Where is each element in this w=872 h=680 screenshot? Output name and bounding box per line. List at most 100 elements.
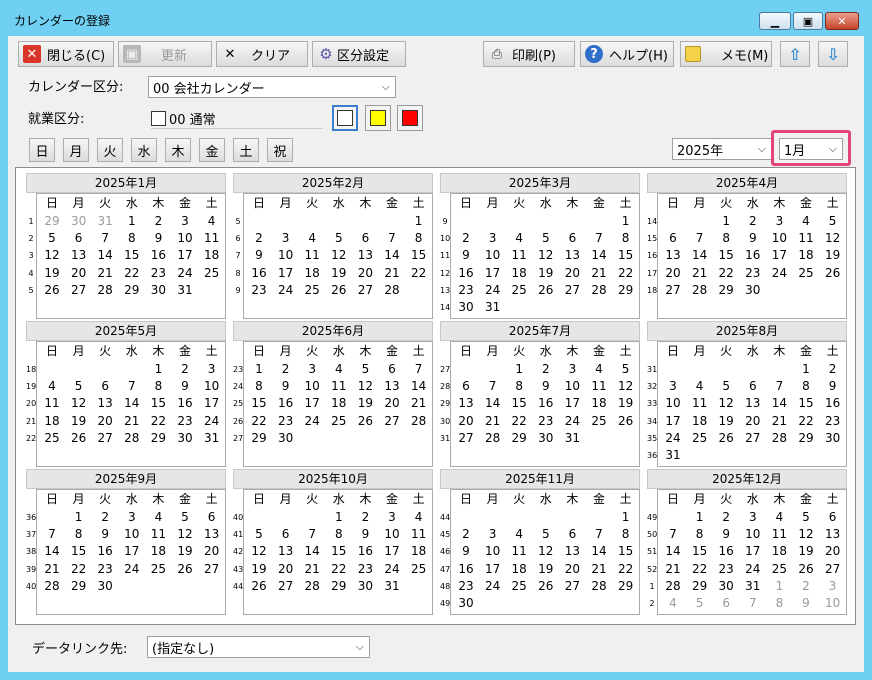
day-cell[interactable]: 3 xyxy=(199,361,225,378)
day-cell[interactable]: 18 xyxy=(793,247,819,264)
day-cell[interactable]: 1 xyxy=(66,509,92,526)
day-cell[interactable]: 12 xyxy=(793,526,819,543)
day-cell[interactable]: 14 xyxy=(480,395,506,412)
day-cell[interactable]: 2 xyxy=(92,509,118,526)
day-cell[interactable]: 28 xyxy=(480,430,506,447)
day-cell[interactable]: 25 xyxy=(39,430,65,447)
day-cell[interactable]: 3 xyxy=(299,361,325,378)
day-cell[interactable]: 3 xyxy=(766,213,792,230)
day-cell[interactable]: 24 xyxy=(660,430,686,447)
day-cell[interactable]: 24 xyxy=(273,282,299,299)
day-cell[interactable]: 16 xyxy=(172,395,198,412)
day-cell[interactable]: 20 xyxy=(740,413,766,430)
day-cell[interactable]: 13 xyxy=(199,526,225,543)
day-cell[interactable]: 7 xyxy=(92,230,118,247)
day-cell[interactable]: 19 xyxy=(533,561,559,578)
day-cell[interactable]: 13 xyxy=(66,247,92,264)
day-cell[interactable]: 17 xyxy=(766,247,792,264)
day-cell[interactable]: 5 xyxy=(246,526,272,543)
day-cell[interactable]: 16 xyxy=(453,561,479,578)
day-cell[interactable]: 2 xyxy=(352,509,378,526)
day-cell[interactable]: 15 xyxy=(613,247,639,264)
day-cell[interactable]: 14 xyxy=(586,247,612,264)
day-cell[interactable]: 17 xyxy=(273,265,299,282)
day-cell[interactable]: 30 xyxy=(145,282,171,299)
next-year-button[interactable]: ⇩ xyxy=(818,41,848,67)
day-cell[interactable]: 24 xyxy=(480,578,506,595)
day-cell[interactable]: 25 xyxy=(506,578,532,595)
day-cell[interactable]: 20 xyxy=(273,561,299,578)
day-cell[interactable]: 1 xyxy=(613,509,639,526)
day-cell[interactable]: 1 xyxy=(506,361,532,378)
weekday-button[interactable]: 日 xyxy=(29,138,55,162)
day-cell[interactable]: 25 xyxy=(145,561,171,578)
day-cell[interactable]: 15 xyxy=(506,395,532,412)
day-cell[interactable]: 17 xyxy=(480,561,506,578)
color-white-button[interactable] xyxy=(332,105,358,131)
day-cell[interactable]: 14 xyxy=(299,543,325,560)
day-cell[interactable]: 8 xyxy=(119,230,145,247)
day-cell[interactable]: 6 xyxy=(559,526,585,543)
day-cell[interactable]: 10 xyxy=(199,378,225,395)
day-cell[interactable]: 9 xyxy=(453,543,479,560)
day-cell[interactable]: 27 xyxy=(660,282,686,299)
day-cell[interactable]: 12 xyxy=(66,395,92,412)
day-cell[interactable]: 4 xyxy=(506,526,532,543)
day-cell[interactable]: 26 xyxy=(172,561,198,578)
day-cell[interactable]: 5 xyxy=(172,509,198,526)
day-cell[interactable]: 26 xyxy=(820,265,846,282)
day-cell[interactable]: 5 xyxy=(39,230,65,247)
calendar-type-select[interactable]: 00 会社カレンダー ⌵ xyxy=(148,76,396,98)
day-cell[interactable]: 12 xyxy=(820,230,846,247)
day-cell[interactable]: 8 xyxy=(66,526,92,543)
day-cell[interactable]: 24 xyxy=(199,413,225,430)
day-cell[interactable]: 31 xyxy=(379,578,405,595)
day-cell[interactable]: 26 xyxy=(793,561,819,578)
day-cell[interactable]: 25 xyxy=(766,561,792,578)
day-cell[interactable]: 10 xyxy=(172,230,198,247)
day-cell[interactable]: 26 xyxy=(613,413,639,430)
day-cell[interactable]: 8 xyxy=(246,378,272,395)
day-cell[interactable]: 7 xyxy=(586,526,612,543)
day-cell[interactable]: 11 xyxy=(299,247,325,264)
day-cell[interactable]: 29 xyxy=(506,430,532,447)
day-cell[interactable]: 10 xyxy=(820,595,846,612)
day-cell[interactable]: 10 xyxy=(480,247,506,264)
day-cell[interactable]: 19 xyxy=(326,265,352,282)
day-cell[interactable]: 17 xyxy=(199,395,225,412)
day-cell[interactable]: 6 xyxy=(713,595,739,612)
day-cell[interactable]: 26 xyxy=(533,578,559,595)
day-cell[interactable]: 9 xyxy=(273,378,299,395)
day-cell[interactable]: 26 xyxy=(533,282,559,299)
day-cell[interactable]: 13 xyxy=(740,395,766,412)
day-cell[interactable]: 4 xyxy=(660,595,686,612)
day-cell[interactable]: 19 xyxy=(533,265,559,282)
day-cell[interactable]: 7 xyxy=(299,526,325,543)
day-cell[interactable]: 27 xyxy=(92,430,118,447)
day-cell[interactable]: 22 xyxy=(613,265,639,282)
day-cell[interactable]: 7 xyxy=(119,378,145,395)
day-cell[interactable]: 21 xyxy=(766,413,792,430)
day-cell[interactable]: 20 xyxy=(559,561,585,578)
day-cell[interactable]: 2 xyxy=(145,213,171,230)
day-cell[interactable]: 14 xyxy=(660,543,686,560)
day-cell[interactable]: 26 xyxy=(352,413,378,430)
day-cell[interactable]: 31 xyxy=(92,213,118,230)
day-cell[interactable]: 15 xyxy=(326,543,352,560)
day-cell[interactable]: 27 xyxy=(740,430,766,447)
day-cell[interactable]: 4 xyxy=(406,509,432,526)
day-cell[interactable]: 19 xyxy=(820,247,846,264)
day-cell[interactable]: 4 xyxy=(145,509,171,526)
day-cell[interactable]: 28 xyxy=(586,578,612,595)
day-cell[interactable]: 31 xyxy=(559,430,585,447)
day-cell[interactable]: 3 xyxy=(172,213,198,230)
day-cell[interactable]: 1 xyxy=(119,213,145,230)
day-cell[interactable]: 25 xyxy=(299,282,325,299)
day-cell[interactable]: 9 xyxy=(92,526,118,543)
day-cell[interactable]: 25 xyxy=(586,413,612,430)
day-cell[interactable]: 9 xyxy=(533,378,559,395)
day-cell[interactable]: 18 xyxy=(299,265,325,282)
day-cell[interactable]: 25 xyxy=(506,282,532,299)
day-cell[interactable]: 23 xyxy=(92,561,118,578)
day-cell[interactable]: 7 xyxy=(740,595,766,612)
